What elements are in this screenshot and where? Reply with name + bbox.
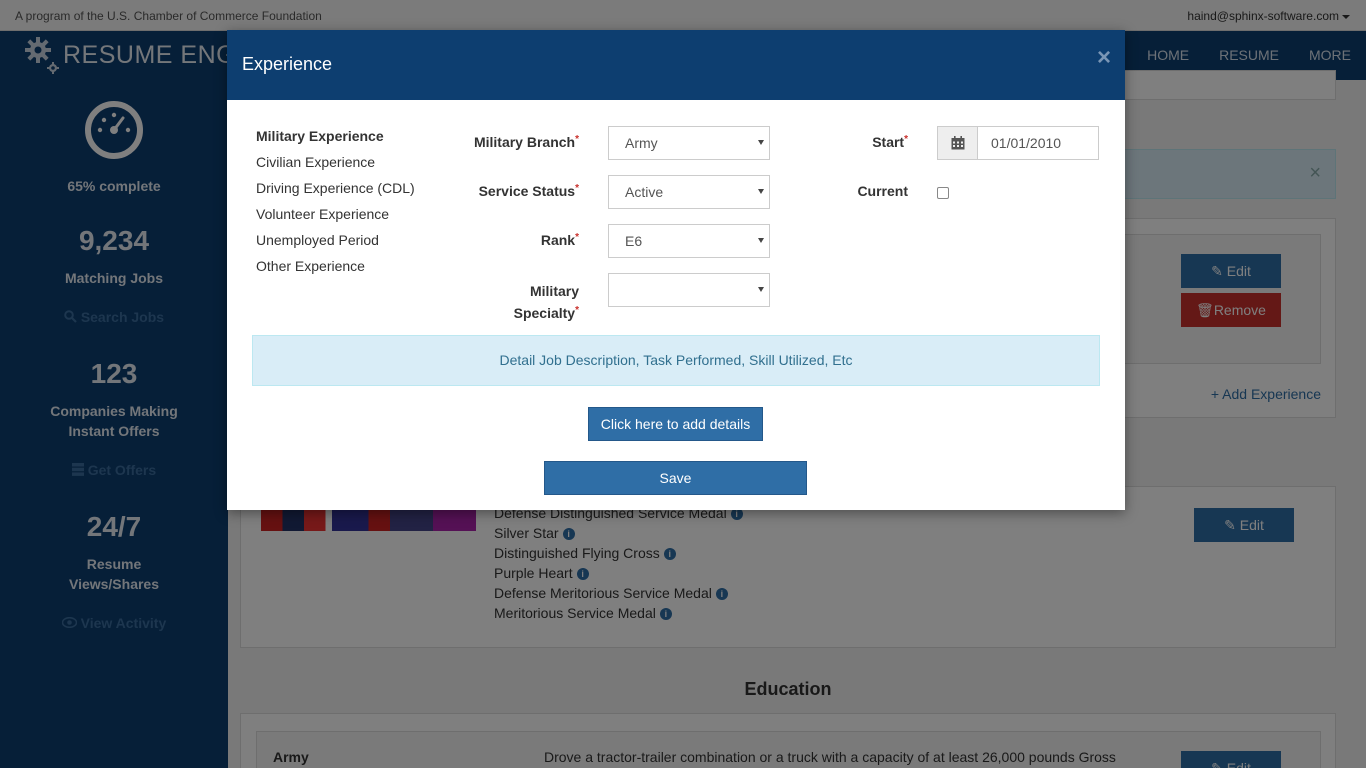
experience-type-driving[interactable]: Driving Experience (CDL) (256, 175, 415, 201)
start-date-value: 01/01/2010 (991, 135, 1062, 151)
calendar-button[interactable] (938, 127, 978, 159)
experience-type-list: Military Experience Civilian Experience … (256, 123, 415, 279)
military-specialty-select[interactable] (608, 273, 770, 307)
add-details-button[interactable]: Click here to add details (588, 407, 763, 441)
label-text: Military Branch (473, 134, 576, 150)
detail-description-box: Detail Job Description, Task Performed, … (252, 335, 1100, 386)
experience-type-volunteer[interactable]: Volunteer Experience (256, 201, 415, 227)
start-date-input[interactable]: 01/01/2010 (937, 126, 1099, 160)
label-line-2: Specialty* (457, 301, 579, 323)
close-icon[interactable]: × (1097, 44, 1111, 72)
label-text-line-2: Specialty (513, 305, 576, 321)
military-specialty-label: Military Specialty* (457, 281, 579, 323)
experience-type-civilian[interactable]: Civilian Experience (256, 149, 415, 175)
select-value: Active (625, 184, 664, 200)
required-mark: * (575, 305, 579, 316)
save-button[interactable]: Save (544, 461, 807, 495)
chevron-down-icon (758, 189, 764, 194)
select-value: Army (625, 135, 658, 151)
label-text: Service Status (478, 183, 576, 199)
experience-type-other[interactable]: Other Experience (256, 253, 415, 279)
modal-title: Experience (242, 54, 333, 74)
rank-select[interactable]: E6 (608, 224, 770, 258)
required-mark: * (575, 232, 579, 243)
select-value: E6 (625, 233, 643, 249)
military-branch-select[interactable]: Army (608, 126, 770, 160)
experience-type-military[interactable]: Military Experience (256, 123, 415, 149)
current-label: Current (857, 183, 908, 199)
chevron-down-icon (758, 140, 764, 145)
calendar-icon (951, 136, 965, 150)
label-text: Rank (540, 232, 576, 248)
chevron-down-icon (758, 287, 764, 292)
current-checkbox[interactable] (937, 187, 949, 199)
label-text-line-1: Military (529, 283, 579, 299)
service-status-label: Service Status* (457, 183, 579, 199)
military-branch-label: Military Branch* (457, 134, 579, 150)
experience-type-unemployed[interactable]: Unemployed Period (256, 227, 415, 253)
required-mark: * (575, 183, 579, 194)
label-text: Start (872, 134, 905, 150)
start-label: Start* (787, 134, 908, 150)
experience-modal: Experience × Military Experience Civilia… (227, 30, 1125, 510)
rank-label: Rank* (457, 232, 579, 248)
required-mark: * (575, 134, 579, 145)
modal-header: Experience × (227, 30, 1125, 100)
chevron-down-icon (758, 238, 764, 243)
required-mark: * (904, 134, 908, 145)
service-status-select[interactable]: Active (608, 175, 770, 209)
